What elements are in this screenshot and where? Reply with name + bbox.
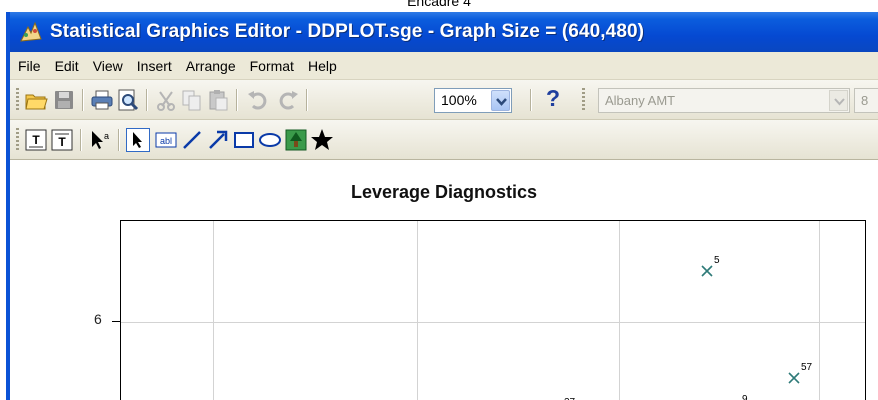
copy-icon[interactable]	[180, 88, 204, 112]
point-label: 5	[714, 255, 720, 266]
save-icon[interactable]	[52, 88, 76, 112]
plot-area[interactable]	[120, 220, 866, 400]
gridline	[417, 221, 418, 400]
title-bar[interactable]: Statistical Graphics Editor - DDPLOT.sge…	[10, 12, 878, 52]
plot-title: Leverage Diagnostics	[350, 182, 538, 202]
drawing-toolbar: T T a abl	[10, 120, 878, 160]
menu-bar: File Edit View Insert Arrange Format Hel…	[10, 52, 878, 80]
pointer-icon[interactable]	[126, 128, 150, 152]
arrow-icon[interactable]	[206, 128, 230, 152]
data-point[interactable]	[786, 370, 802, 386]
help-icon[interactable]: ?	[546, 85, 560, 112]
print-icon[interactable]	[90, 88, 114, 112]
image-icon[interactable]	[284, 128, 308, 152]
toolbar-separator	[80, 129, 81, 151]
menu-file[interactable]: File	[10, 52, 48, 80]
toolbar-separator	[146, 89, 147, 111]
svg-text:T: T	[32, 133, 40, 147]
toolbar-separator	[82, 89, 83, 111]
graph-canvas[interactable]: Leverage Diagnostics 6 5 57 27 9	[10, 160, 878, 400]
app-icon	[18, 19, 44, 45]
y-tick-label: 6	[94, 311, 102, 327]
svg-text:a: a	[104, 131, 109, 141]
svg-text:abl: abl	[160, 136, 172, 146]
gridline	[619, 221, 620, 400]
toolbar-separator	[530, 89, 531, 111]
menu-help[interactable]: Help	[301, 52, 344, 80]
gridline	[819, 221, 820, 400]
paste-icon[interactable]	[206, 88, 230, 112]
text-align-icon[interactable]: T	[24, 128, 48, 152]
gridline	[213, 221, 214, 400]
font-name-select[interactable]: Albany AMT	[598, 88, 850, 113]
gridline	[121, 322, 865, 323]
menu-edit[interactable]: Edit	[48, 52, 86, 80]
text-box-icon[interactable]: abl	[154, 128, 178, 152]
rectangle-icon[interactable]	[232, 128, 256, 152]
open-icon[interactable]	[24, 88, 48, 112]
font-name-value: Albany AMT	[605, 93, 676, 108]
standard-toolbar: 100% ? Albany AMT 8	[10, 80, 878, 120]
point-label: 9	[742, 394, 748, 400]
data-point[interactable]	[699, 263, 715, 279]
toolbar-separator	[306, 89, 307, 111]
ellipse-icon[interactable]	[258, 128, 282, 152]
select-annotation-icon[interactable]: a	[88, 128, 112, 152]
menu-view[interactable]: View	[86, 52, 130, 80]
line-icon[interactable]	[180, 128, 204, 152]
menu-insert[interactable]: Insert	[130, 52, 179, 80]
y-tick	[112, 321, 120, 322]
point-label: 57	[801, 362, 813, 373]
toolbar-separator	[236, 89, 237, 111]
print-preview-icon[interactable]	[116, 88, 140, 112]
window-title: Statistical Graphics Editor - DDPLOT.sge…	[50, 21, 645, 42]
font-size-value: 8	[861, 93, 869, 108]
toolbar-grip[interactable]	[16, 88, 19, 112]
text-top-icon[interactable]: T	[50, 128, 74, 152]
chevron-down-icon[interactable]	[829, 90, 848, 111]
redo-icon[interactable]	[276, 88, 300, 112]
menu-format[interactable]: Format	[243, 52, 301, 80]
toolbar-separator	[118, 129, 119, 151]
toolbar-grip[interactable]	[582, 88, 585, 112]
zoom-select[interactable]: 100%	[434, 88, 512, 113]
star-icon[interactable]	[310, 128, 334, 152]
undo-icon[interactable]	[246, 88, 270, 112]
menu-arrange[interactable]: Arrange	[179, 52, 243, 80]
cut-icon[interactable]	[154, 88, 178, 112]
svg-text:T: T	[58, 135, 66, 149]
chevron-down-icon[interactable]	[491, 90, 510, 111]
app-window: Statistical Graphics Editor - DDPLOT.sge…	[6, 12, 878, 400]
toolbar-grip[interactable]	[16, 128, 19, 152]
font-size-select[interactable]: 8	[854, 88, 878, 113]
zoom-value: 100%	[441, 92, 477, 108]
